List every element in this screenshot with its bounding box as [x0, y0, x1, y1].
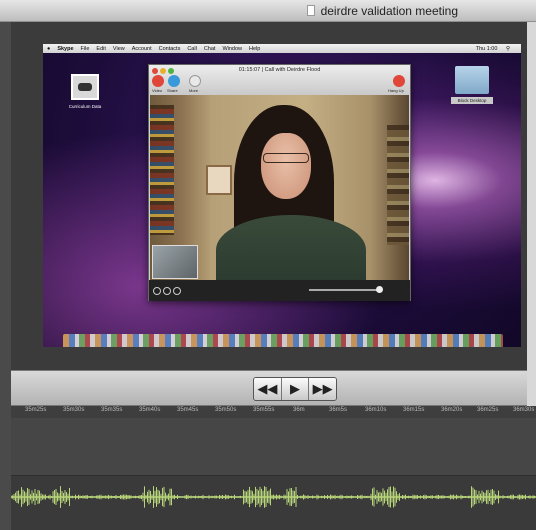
tick-label: 35m30s [63, 407, 85, 413]
tick-label: 36m15s [403, 407, 425, 413]
remote-video [150, 95, 409, 280]
menu-item-account: Account [131, 45, 152, 52]
transport-bar: ◀◀ ▶ ▶▶ [11, 370, 527, 406]
glasses [263, 153, 309, 163]
tick-label: 36m5s [329, 407, 348, 413]
desktop-file-icon [71, 74, 99, 100]
rewind-button[interactable]: ◀◀ [254, 378, 282, 400]
call-title: 01:15:07 | Call with Deirdre Flood [238, 67, 321, 73]
menu-item-call: Call [187, 45, 197, 52]
tick-label: 35m50s [215, 407, 237, 413]
folder-label: Block Desktop [451, 97, 493, 104]
audio-waveform [11, 486, 536, 508]
video-toggle-icon [152, 75, 164, 87]
transport-side-panel [527, 370, 536, 406]
menu-item-edit: Edit [96, 45, 106, 52]
folder-icon [455, 66, 489, 94]
window-title: deirdre validation meeting [320, 3, 458, 18]
tick-label: 36m25s [477, 407, 499, 413]
clock-text: Thu 1:00 [475, 45, 498, 52]
menu-item-skype: Skype [57, 45, 74, 52]
timeline-ruler[interactable]: 35m25s 35m30s 35m35s 35m40s 35m45s 35m50… [11, 406, 536, 418]
play-button[interactable]: ▶ [281, 378, 310, 400]
self-view-preview [152, 245, 198, 279]
tick-label: 35m55s [253, 407, 275, 413]
menu-item-contacts: Contacts [158, 45, 181, 52]
mute-icon [163, 286, 171, 295]
mac-dock [63, 334, 503, 347]
tick-label: 35m40s [139, 407, 161, 413]
bookshelf [150, 105, 174, 235]
share-icon [168, 75, 180, 87]
menu-item-window: Window [222, 45, 242, 52]
menu-item-view: View [112, 45, 125, 52]
tick-label: 35m35s [101, 407, 123, 413]
menu-item-chat: Chat [203, 45, 216, 52]
desktop-file-label: Curriculum Data [68, 104, 102, 109]
menu-item-file: File [80, 45, 90, 52]
more-icon [189, 75, 201, 87]
recorded-screen[interactable]: ● Skype File Edit View Account Contacts … [43, 44, 521, 347]
window-titlebar[interactable]: deirdre validation meeting [0, 0, 536, 22]
video-track[interactable] [11, 418, 536, 476]
viewer-side-panel [527, 22, 536, 370]
quicktime-editor-window: deirdre validation meeting ● Skype File … [0, 0, 536, 530]
hang-up-icon [393, 75, 405, 87]
tick-label: 36m20s [441, 407, 463, 413]
hang-up-label: Hang Up [388, 88, 404, 93]
volume-track [309, 289, 379, 291]
wall-picture [206, 165, 232, 195]
playback-controls: ◀◀ ▶ ▶▶ [253, 377, 337, 401]
tick-label: 36m30s [513, 407, 535, 413]
video-label: Video [152, 88, 163, 93]
spotlight-icon: ⚲ [504, 45, 510, 52]
dialpad-icon [173, 286, 181, 295]
document-icon [306, 5, 315, 16]
skype-toolbar: 01:15:07 | Call with Deirdre Flood Video… [149, 65, 410, 95]
menubar-status: Thu 1:00 ⚲ [476, 44, 517, 53]
apple-icon: ● [47, 45, 51, 52]
pause-icon [153, 286, 161, 295]
audio-track[interactable] [11, 476, 536, 530]
tick-label: 36m [293, 407, 305, 413]
right-shelf [387, 125, 409, 245]
call-controls [149, 280, 410, 301]
more-label: More [189, 88, 199, 93]
volume-knob [376, 286, 383, 293]
share-label: Share [167, 88, 178, 93]
tick-label: 36m10s [365, 407, 387, 413]
skype-call-window: 01:15:07 | Call with Deirdre Flood Video… [148, 64, 411, 301]
mac-menubar: ● Skype File Edit View Account Contacts … [43, 44, 521, 53]
tick-label: 35m45s [177, 407, 199, 413]
person-face [261, 133, 311, 199]
person-body [216, 215, 366, 280]
tick-label: 35m25s [25, 407, 47, 413]
fast-forward-button[interactable]: ▶▶ [309, 378, 336, 400]
menu-item-help: Help [249, 45, 261, 52]
